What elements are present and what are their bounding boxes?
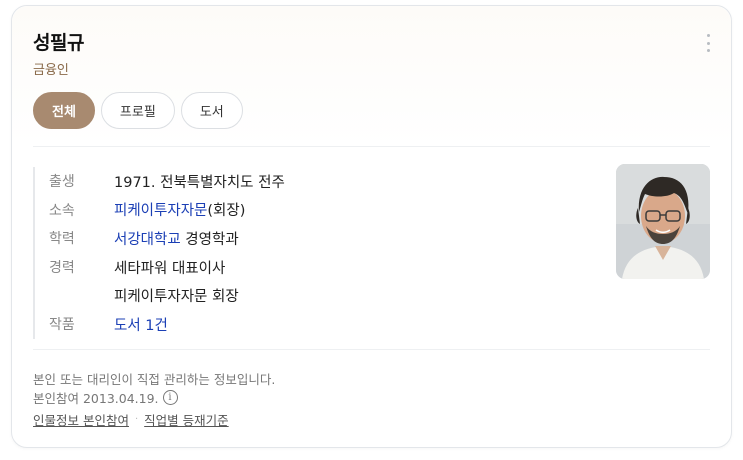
info-label: 학력 (49, 231, 75, 248)
person-name: 성필규 (33, 32, 84, 54)
profile-card: 성필규 금융인 전체 프로필 도서 출생 1971. 전북특별자치도 전주 소속… (11, 5, 732, 448)
info-value: 피케이투자자문 회장 (114, 289, 239, 306)
tab-profile[interactable]: 프로필 (100, 92, 175, 129)
school-link[interactable]: 서강대학교 (114, 232, 181, 248)
tab-books[interactable]: 도서 (180, 92, 243, 129)
info-icon[interactable]: i (162, 390, 178, 405)
more-options-icon[interactable] (703, 34, 713, 52)
person-occupation: 금융인 (33, 63, 69, 78)
affiliation-link[interactable]: 피케이투자자문 (114, 203, 207, 219)
managed-info-notice: 본인 또는 대리인이 직접 관리하는 정보입니다. (33, 372, 276, 387)
info-value: 서강대학교 경영학과 (114, 228, 239, 249)
footer-divider (33, 349, 710, 350)
info-row-career: 경력 세타파워 대표이사 (49, 253, 285, 282)
education-major: 경영학과 (180, 231, 239, 248)
info-row-career-2: 피케이투자자문 회장 (49, 281, 285, 310)
info-row-works: 작품 도서 1건 (49, 310, 285, 339)
info-value: 1971. 전북특별자치도 전주 (114, 174, 285, 191)
listing-criteria-link[interactable]: 직업별 등재기준 (144, 410, 228, 429)
info-value: 피케이투자자문(회장) (114, 199, 245, 220)
info-value: 도서 1건 (114, 314, 168, 335)
separator: · (134, 414, 139, 425)
participation-text: 본인참여 2013.04.19. (33, 391, 159, 406)
person-portrait-icon (616, 164, 710, 279)
info-label: 작품 (49, 317, 75, 334)
info-label: 출생 (49, 174, 75, 191)
tab-bar: 전체 프로필 도서 (33, 92, 243, 129)
info-label: 경력 (49, 260, 75, 277)
tab-all[interactable]: 전체 (33, 92, 95, 129)
participation-date: 본인참여 2013.04.19. i (33, 388, 178, 407)
affiliation-role: (회장) (207, 203, 246, 220)
header-divider (33, 146, 710, 147)
works-link[interactable]: 도서 1건 (114, 318, 168, 334)
profile-info-list: 출생 1971. 전북특별자치도 전주 소속 피케이투자자문(회장) 학력 서강… (33, 167, 285, 339)
info-row-birth: 출생 1971. 전북특별자치도 전주 (49, 167, 285, 196)
self-participation-link[interactable]: 인물정보 본인참여 (33, 410, 129, 429)
footer-links: 인물정보 본인참여 · 직업별 등재기준 (33, 410, 229, 429)
info-label: 소속 (49, 202, 75, 219)
info-row-education: 학력 서강대학교 경영학과 (49, 224, 285, 253)
info-row-affiliation: 소속 피케이투자자문(회장) (49, 196, 285, 225)
info-value: 세타파워 대표이사 (114, 260, 226, 277)
profile-photo[interactable] (616, 164, 710, 279)
